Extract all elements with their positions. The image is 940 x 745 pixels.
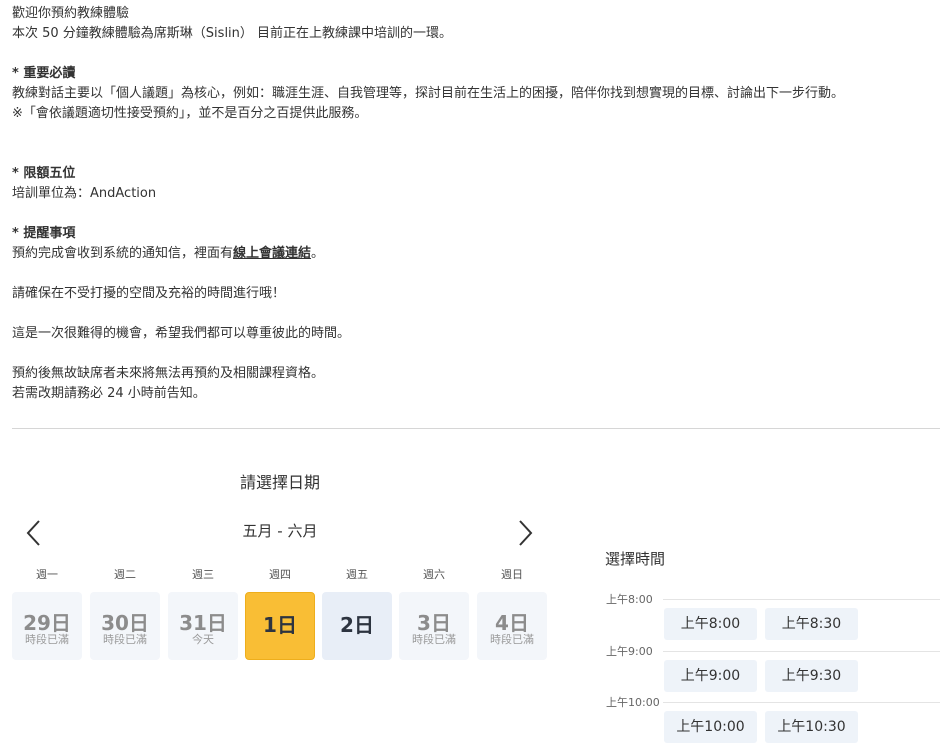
reminder-text: 預約完成會收到系統的通知信，裡面有線上會議連結。 bbox=[12, 244, 937, 264]
weekday-label: 週三 bbox=[192, 568, 214, 581]
time-slot-button[interactable]: 上午9:00 bbox=[664, 660, 757, 692]
time-slot-button[interactable]: 上午8:00 bbox=[664, 608, 757, 640]
note-rare: 這是一次很難得的機會，希望我們都可以尊重彼此的時間。 bbox=[12, 326, 351, 341]
day-cell: 3日 時段已滿 bbox=[399, 592, 469, 660]
intro-description: 本次 50 分鐘教練體驗為席斯琳（Sislin） 目前正在上教練課中培訓的一環。 bbox=[12, 26, 453, 41]
note-quiet: 請確保在不受打擾的空間及充裕的時間進行哦！ bbox=[12, 286, 286, 301]
time-group-divider bbox=[663, 651, 940, 652]
day-number: 4日 bbox=[495, 611, 529, 635]
reminder-heading: * 提醒事項 bbox=[12, 226, 76, 241]
day-cell: 31日 今天 bbox=[168, 592, 238, 660]
time-group-label: 上午9:00 bbox=[606, 645, 653, 658]
note-reschedule: 若需改期請務必 24 小時前告知。 bbox=[12, 386, 206, 401]
time-slot-button[interactable]: 上午10:30 bbox=[765, 711, 858, 743]
day-number: 1日 bbox=[263, 613, 297, 637]
weekday-label: 週二 bbox=[114, 568, 136, 581]
weekday-label: 週六 bbox=[423, 568, 445, 581]
limit-text: 培訓單位為：AndAction bbox=[12, 186, 157, 201]
day-cell-available[interactable]: 2日 bbox=[322, 592, 392, 660]
day-status: 今天 bbox=[192, 633, 214, 646]
limit-heading: * 限額五位 bbox=[12, 166, 76, 181]
month-range: 五月 - 六月 bbox=[242, 522, 318, 540]
time-slot-button[interactable]: 上午8:30 bbox=[765, 608, 858, 640]
day-status: 時段已滿 bbox=[490, 633, 534, 646]
day-number: 2日 bbox=[340, 613, 374, 637]
important-note: ※「會依議題適切性接受預約」，並不是百分之百提供此服務。 bbox=[12, 106, 368, 121]
time-group-label: 上午10:00 bbox=[606, 696, 660, 709]
weekday-label: 週四 bbox=[269, 568, 291, 581]
chevron-right-icon[interactable] bbox=[513, 518, 537, 548]
weekday-label: 週一 bbox=[36, 568, 58, 581]
day-grid: 29日 時段已滿 30日 時段已滿 31日 今天 1日 2日 3日 時段已滿 4… bbox=[12, 592, 552, 660]
important-heading: * 重要必讀 bbox=[12, 66, 76, 81]
time-group-divider bbox=[663, 702, 940, 703]
day-number: 31日 bbox=[179, 611, 227, 635]
day-status: 時段已滿 bbox=[25, 633, 69, 646]
note-noshow: 預約後無故缺席者未來將無法再預約及相關課程資格。 bbox=[12, 366, 325, 381]
weekday-header: 週一 週二 週三 週四 週五 週六 週日 bbox=[12, 566, 552, 584]
meeting-link[interactable]: 線上會議連結 bbox=[233, 246, 311, 261]
day-status: 時段已滿 bbox=[103, 633, 147, 646]
day-number: 29日 bbox=[23, 611, 71, 635]
calendar-title: 請選擇日期 bbox=[239, 473, 320, 492]
time-slot-button[interactable]: 上午9:30 bbox=[765, 660, 858, 692]
reminder-text-before: 預約完成會收到系統的通知信，裡面有 bbox=[12, 246, 234, 261]
day-cell-selected[interactable]: 1日 bbox=[245, 592, 315, 660]
day-cell: 30日 時段已滿 bbox=[90, 592, 160, 660]
day-number: 3日 bbox=[417, 611, 451, 635]
weekday-label: 週五 bbox=[346, 568, 368, 581]
day-cell: 29日 時段已滿 bbox=[12, 592, 82, 660]
reminder-text-after: 。 bbox=[311, 246, 325, 261]
time-group-divider bbox=[663, 599, 940, 600]
intro-text: 歡迎你預約教練體驗 本次 50 分鐘教練體驗為席斯琳（Sislin） 目前正在上… bbox=[12, 4, 937, 404]
time-group-label: 上午8:00 bbox=[606, 593, 653, 606]
day-number: 30日 bbox=[101, 611, 149, 635]
section-divider bbox=[12, 428, 940, 429]
time-slot-button[interactable]: 上午10:00 bbox=[664, 711, 757, 743]
day-cell: 4日 時段已滿 bbox=[477, 592, 547, 660]
day-status: 時段已滿 bbox=[412, 633, 456, 646]
time-title: 選擇時間 bbox=[605, 550, 666, 568]
important-text: 教練對話主要以「個人議題」為核心，例如：職涯生涯、自我管理等，探討目前在生活上的… bbox=[12, 86, 845, 101]
weekday-label: 週日 bbox=[501, 568, 523, 581]
intro-welcome: 歡迎你預約教練體驗 bbox=[12, 6, 130, 21]
